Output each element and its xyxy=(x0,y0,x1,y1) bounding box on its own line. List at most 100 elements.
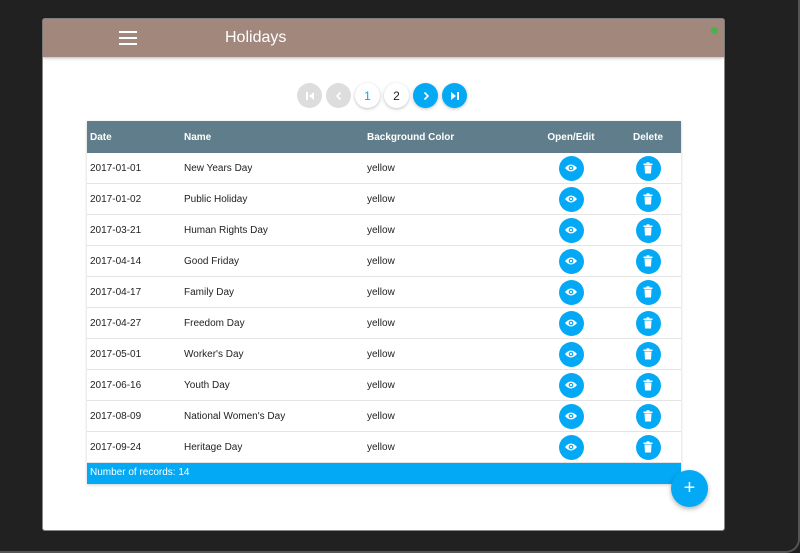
cell-date: 2017-01-02 xyxy=(90,193,142,205)
page-title: Holidays xyxy=(225,29,287,46)
cell-background-color: yellow xyxy=(367,286,395,298)
table-row: 2017-06-16 Youth Day yellow xyxy=(87,370,681,401)
delete-button[interactable] xyxy=(635,155,661,181)
column-header-date[interactable]: Date xyxy=(87,132,184,143)
column-header-background-color[interactable]: Background Color xyxy=(367,132,527,143)
cell-background-color: yellow xyxy=(367,410,395,422)
next-page-button[interactable] xyxy=(413,83,438,108)
trash-icon xyxy=(643,348,653,360)
table-row: 2017-04-27 Freedom Day yellow xyxy=(87,308,681,339)
cell-date: 2017-04-14 xyxy=(90,255,142,267)
cell-date: 2017-04-17 xyxy=(90,286,142,298)
table-row: 2017-09-24 Heritage Day yellow xyxy=(87,432,681,463)
open-edit-button[interactable] xyxy=(558,310,584,336)
cell-background-color: yellow xyxy=(367,348,395,360)
chevron-right-icon xyxy=(423,91,429,100)
table-row: 2017-05-01 Worker's Day yellow xyxy=(87,339,681,370)
delete-button[interactable] xyxy=(635,217,661,243)
table-row: 2017-08-09 National Women's Day yellow xyxy=(87,401,681,432)
last-page-icon xyxy=(450,91,459,100)
cell-name: New Years Day xyxy=(184,162,253,174)
app-window: Holidays 1 2 Date Name Background Color … xyxy=(42,18,725,531)
status-indicator xyxy=(711,27,718,34)
cell-background-color: yellow xyxy=(367,441,395,453)
trash-icon xyxy=(643,317,653,329)
open-edit-button[interactable] xyxy=(558,248,584,274)
trash-icon xyxy=(643,379,653,391)
open-edit-button[interactable] xyxy=(558,403,584,429)
eye-icon xyxy=(565,288,577,296)
table-row: 2017-01-01 New Years Day yellow xyxy=(87,153,681,184)
open-edit-button[interactable] xyxy=(558,341,584,367)
last-page-button[interactable] xyxy=(442,83,467,108)
eye-icon xyxy=(565,443,577,451)
cell-background-color: yellow xyxy=(367,193,395,205)
open-edit-button[interactable] xyxy=(558,434,584,460)
cell-background-color: yellow xyxy=(367,379,395,391)
first-page-icon xyxy=(305,91,314,100)
page-button-1[interactable]: 1 xyxy=(355,83,380,108)
page-button-2[interactable]: 2 xyxy=(384,83,409,108)
delete-button[interactable] xyxy=(635,279,661,305)
app-bar: Holidays xyxy=(43,19,724,57)
cell-name: Good Friday xyxy=(184,255,240,267)
holidays-table: Date Name Background Color Open/Edit Del… xyxy=(87,121,681,484)
column-header-delete: Delete xyxy=(632,131,663,143)
eye-icon xyxy=(565,226,577,234)
eye-icon xyxy=(565,257,577,265)
cell-date: 2017-06-16 xyxy=(90,379,142,391)
delete-button[interactable] xyxy=(635,341,661,367)
cell-background-color: yellow xyxy=(367,162,395,174)
trash-icon xyxy=(643,441,653,453)
pagination: 1 2 xyxy=(297,83,467,108)
prev-page-button[interactable] xyxy=(326,83,351,108)
cell-date: 2017-04-27 xyxy=(90,317,142,329)
trash-icon xyxy=(643,193,653,205)
record-count: Number of records: 14 xyxy=(87,463,681,484)
cell-date: 2017-09-24 xyxy=(90,441,142,453)
chevron-left-icon xyxy=(335,91,341,100)
delete-button[interactable] xyxy=(635,186,661,212)
cell-name: National Women's Day xyxy=(184,410,286,422)
eye-icon xyxy=(565,164,577,172)
column-header-open-edit: Open/Edit xyxy=(547,131,595,143)
cell-name: Public Holiday xyxy=(184,193,248,205)
eye-icon xyxy=(565,381,577,389)
open-edit-button[interactable] xyxy=(558,217,584,243)
delete-button[interactable] xyxy=(635,434,661,460)
delete-button[interactable] xyxy=(635,310,661,336)
trash-icon xyxy=(643,162,653,174)
cell-background-color: yellow xyxy=(367,224,395,236)
cell-date: 2017-03-21 xyxy=(90,224,142,236)
column-header-name[interactable]: Name xyxy=(184,132,367,143)
cell-name: Worker's Day xyxy=(184,348,244,360)
eye-icon xyxy=(565,319,577,327)
open-edit-button[interactable] xyxy=(558,279,584,305)
table-row: 2017-03-21 Human Rights Day yellow xyxy=(87,215,681,246)
table-row: 2017-04-14 Good Friday yellow xyxy=(87,246,681,277)
eye-icon xyxy=(565,195,577,203)
cell-name: Family Day xyxy=(184,286,235,298)
hamburger-menu-icon[interactable] xyxy=(119,31,137,45)
cell-date: 2017-01-01 xyxy=(90,162,142,174)
trash-icon xyxy=(643,255,653,267)
open-edit-button[interactable] xyxy=(558,186,584,212)
first-page-button[interactable] xyxy=(297,83,322,108)
cell-background-color: yellow xyxy=(367,255,395,267)
delete-button[interactable] xyxy=(635,372,661,398)
open-edit-button[interactable] xyxy=(558,372,584,398)
cell-name: Youth Day xyxy=(184,379,230,391)
eye-icon xyxy=(565,350,577,358)
delete-button[interactable] xyxy=(635,403,661,429)
cell-date: 2017-05-01 xyxy=(90,348,142,360)
cell-background-color: yellow xyxy=(367,317,395,329)
cell-name: Freedom Day xyxy=(184,317,245,329)
cell-name: Heritage Day xyxy=(184,441,243,453)
cell-name: Human Rights Day xyxy=(184,224,268,236)
add-holiday-button[interactable]: + xyxy=(671,470,708,507)
open-edit-button[interactable] xyxy=(558,155,584,181)
trash-icon xyxy=(643,410,653,422)
eye-icon xyxy=(565,412,577,420)
delete-button[interactable] xyxy=(635,248,661,274)
cell-date: 2017-08-09 xyxy=(90,410,142,422)
